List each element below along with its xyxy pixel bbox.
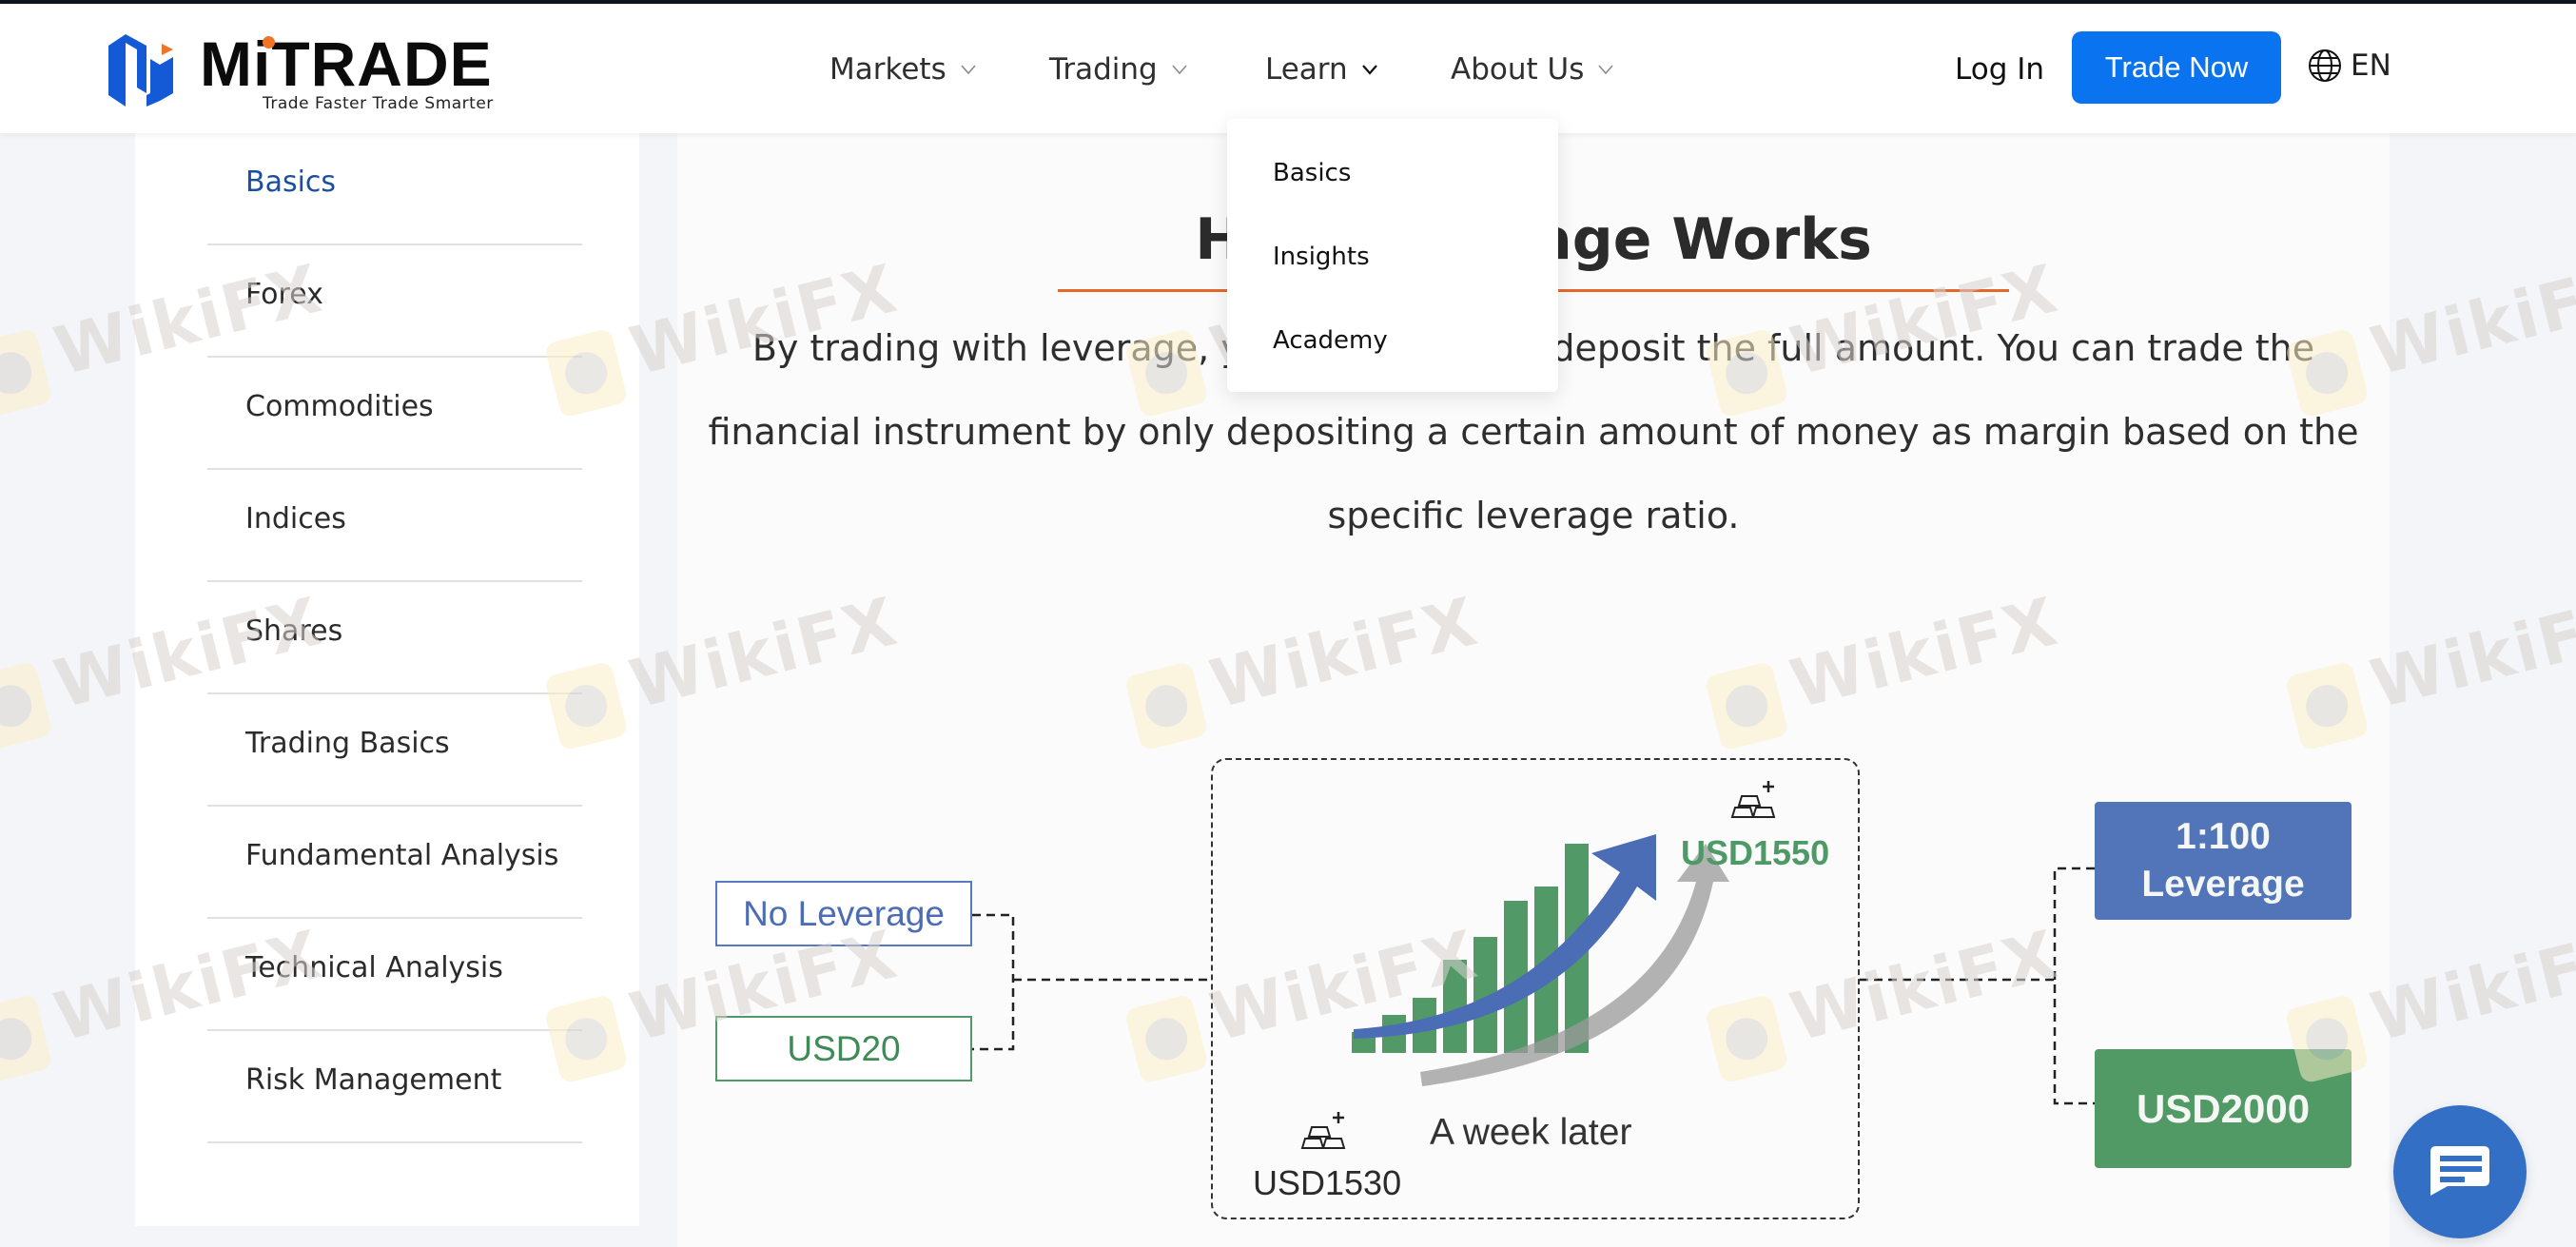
logo-tagline: Trade Faster Trade Smarter xyxy=(263,94,494,113)
live-chat-button[interactable] xyxy=(2393,1105,2527,1238)
nav-learn-label: Learn xyxy=(1265,52,1348,87)
learn-dropdown-menu: Basics Insights Academy xyxy=(1227,119,1558,392)
chevron-down-icon xyxy=(1172,65,1187,75)
chat-bubble-icon xyxy=(2430,1146,2489,1196)
logo-wordmark: MiTRADE xyxy=(200,29,493,99)
connector-left xyxy=(972,913,1211,1051)
chevron-down-icon xyxy=(1361,65,1377,75)
no-leverage-label: No Leverage xyxy=(743,893,945,933)
trade-now-button[interactable]: Trade Now xyxy=(2072,31,2281,104)
gold-bars-icon xyxy=(1730,781,1776,818)
globe-icon xyxy=(2309,49,2341,82)
mitrade-logo[interactable]: MiTRADE Trade Faster Trade Smarter xyxy=(105,27,495,114)
usd2000-box: USD2000 xyxy=(2095,1049,2352,1168)
no-leverage-box: No Leverage xyxy=(715,881,972,946)
start-price-label: USD1530 xyxy=(1253,1163,1402,1202)
language-selector[interactable]: EN xyxy=(2307,48,2391,84)
usd20-label: USD20 xyxy=(787,1028,901,1068)
logo-dot xyxy=(263,36,275,49)
dropdown-item-insights[interactable]: Insights xyxy=(1273,243,1370,271)
chevron-down-icon xyxy=(961,65,976,75)
nav-trading[interactable]: Trading xyxy=(1049,46,1188,93)
dropdown-item-academy[interactable]: Academy xyxy=(1273,326,1388,355)
end-price-label: USD1550 xyxy=(1681,833,1830,872)
login-link[interactable]: Log In xyxy=(1955,46,2044,93)
nav-learn[interactable]: Learn xyxy=(1265,46,1378,93)
week-later-caption: A week later xyxy=(1430,1112,1632,1153)
nav-trading-label: Trading xyxy=(1049,52,1158,87)
mitrade-logo-mark-icon xyxy=(108,34,173,107)
leverage-ratio-line2: Leverage xyxy=(2141,864,2305,905)
gold-bars-icon xyxy=(1300,1112,1346,1149)
leverage-ratio-line1: 1:100 xyxy=(2176,816,2271,857)
dropdown-item-basics[interactable]: Basics xyxy=(1273,159,1351,187)
leverage-ratio-box: 1:100 Leverage xyxy=(2095,802,2352,920)
nav-markets-label: Markets xyxy=(829,52,946,87)
nav-markets[interactable]: Markets xyxy=(829,46,977,93)
usd20-box: USD20 xyxy=(715,1016,972,1081)
chevron-down-icon xyxy=(1598,65,1613,75)
growth-bars xyxy=(1352,844,1589,1053)
nav-about-us[interactable]: About Us xyxy=(1451,46,1614,93)
language-label: EN xyxy=(2351,49,2391,83)
browser-top-strip xyxy=(0,0,2576,4)
site-header: MiTRADE Trade Faster Trade Smarter Marke… xyxy=(0,0,2576,133)
nav-about-us-label: About Us xyxy=(1451,52,1585,87)
usd2000-label: USD2000 xyxy=(2136,1085,2311,1131)
connector-right xyxy=(1860,867,2095,1105)
